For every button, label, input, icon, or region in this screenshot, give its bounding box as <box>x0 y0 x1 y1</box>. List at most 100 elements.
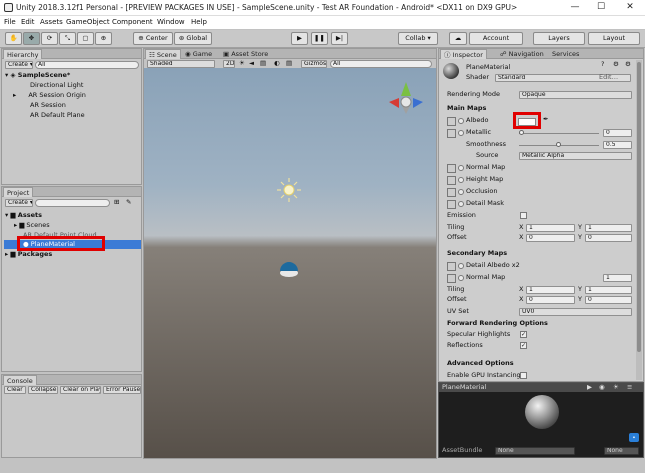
close-button[interactable]: ✕ <box>623 1 637 14</box>
offset-y-field[interactable]: 0 <box>585 234 632 242</box>
offset-x-field[interactable]: 0 <box>526 234 575 242</box>
filter-type-icon[interactable]: ⊞ <box>114 198 119 207</box>
hierarchy-item-ar-session[interactable]: AR Session <box>30 101 66 110</box>
minimize-button[interactable]: — <box>568 1 582 14</box>
folder-assets[interactable]: ▾ ▆ Assets <box>5 211 42 220</box>
project-search-input[interactable] <box>35 199 110 207</box>
mode-2d-toggle[interactable]: 2D <box>223 60 235 68</box>
height-map-texture-slot[interactable] <box>447 176 456 185</box>
occlusion-texture-slot[interactable] <box>447 188 456 197</box>
sec-normal-map-picker-icon[interactable] <box>458 275 464 281</box>
ar-session-object-icon[interactable] <box>280 262 298 277</box>
tab-game[interactable]: ◉ Game <box>182 49 215 59</box>
sec-normal-scale-field[interactable]: 1 <box>603 274 632 282</box>
hierarchy-create-button[interactable]: Create ▾ <box>5 61 33 69</box>
tab-hierarchy[interactable]: Hierarchy <box>3 49 43 59</box>
source-dropdown[interactable]: Metallic Alpha <box>519 152 632 160</box>
tab-scene[interactable]: ☷ Scene <box>145 49 181 59</box>
scene-viewport[interactable] <box>144 68 436 458</box>
height-map-picker-icon[interactable] <box>458 177 464 183</box>
preview-menu-icon[interactable]: ≡ <box>627 383 632 392</box>
menu-window[interactable]: Window <box>157 18 185 26</box>
menu-assets[interactable]: Assets <box>40 18 63 26</box>
settings-gear-icon[interactable]: ⚙ <box>625 60 631 69</box>
sec-offset-x-field[interactable]: 0 <box>526 296 575 304</box>
detail-albedo-picker-icon[interactable] <box>458 263 464 269</box>
assetbundle-dropdown[interactable]: None <box>495 447 575 455</box>
rendering-mode-dropdown[interactable]: Opaque <box>519 91 632 99</box>
preview-shape-icon[interactable]: ◉ <box>599 383 605 392</box>
move-tool-icon[interactable]: ✥ <box>23 32 40 45</box>
scene-search-input[interactable]: All <box>330 60 432 68</box>
help-icon[interactable]: ? <box>601 60 604 69</box>
metallic-slider-knob[interactable] <box>519 130 524 135</box>
detail-mask-texture-slot[interactable] <box>447 200 456 209</box>
global-toggle-button[interactable]: ⊛ Global <box>174 32 212 45</box>
hierarchy-item-ar-session-origin[interactable]: ▸ AR Session Origin <box>13 91 86 100</box>
hierarchy-search-input[interactable]: All <box>35 61 139 69</box>
detail-albedo-texture-slot[interactable] <box>447 262 456 271</box>
hierarchy-item-ar-default-plane[interactable]: AR Default Plane <box>30 111 85 120</box>
rotate-tool-icon[interactable]: ⟳ <box>41 32 58 45</box>
tab-console[interactable]: Console <box>3 375 37 385</box>
step-icon[interactable]: ▶| <box>331 32 348 45</box>
metallic-texture-slot[interactable] <box>447 129 456 138</box>
reflections-checkbox[interactable]: ✓ <box>520 342 527 349</box>
specular-highlights-checkbox[interactable]: ✓ <box>520 331 527 338</box>
metallic-slider-track[interactable] <box>519 133 599 134</box>
transform-tool-icon[interactable]: ⊕ <box>95 32 112 45</box>
lighting-toggle-icon[interactable]: ☀ <box>239 59 245 68</box>
console-clear-button[interactable]: Clear <box>4 386 26 394</box>
layout-dropdown[interactable]: Layout <box>588 32 640 45</box>
folder-packages[interactable]: ▸ ▆ Packages <box>5 250 52 259</box>
effects-toggle-icon[interactable]: ▤ <box>260 59 266 68</box>
audio-toggle-icon[interactable]: ◄ <box>249 59 254 68</box>
emission-checkbox[interactable] <box>520 212 527 219</box>
gpu-instancing-checkbox[interactable] <box>520 372 527 379</box>
preview-sphere[interactable] <box>525 395 559 429</box>
hierarchy-item-directional-light[interactable]: Directional Light <box>30 81 83 90</box>
metallic-picker-icon[interactable] <box>458 130 464 136</box>
smoothness-slider-knob[interactable] <box>556 142 561 147</box>
folder-scenes[interactable]: ▸ ▆ Scenes <box>14 221 50 230</box>
normal-map-picker-icon[interactable] <box>458 165 464 171</box>
account-dropdown[interactable]: Account <box>469 32 523 45</box>
eyedropper-icon[interactable]: ✒ <box>543 115 548 124</box>
menu-help[interactable]: Help <box>191 18 207 26</box>
console-collapse-button[interactable]: Collapse <box>28 386 58 394</box>
tab-project[interactable]: Project <box>3 187 34 197</box>
pause-icon[interactable]: ❚❚ <box>311 32 328 45</box>
cloud-icon[interactable]: ☁ <box>449 32 467 45</box>
inspector-scrollbar-thumb[interactable] <box>637 62 641 352</box>
tab-services[interactable]: Services <box>549 49 582 59</box>
uv-set-dropdown[interactable]: UV0 <box>519 308 632 316</box>
sec-offset-y-field[interactable]: 0 <box>585 296 632 304</box>
shading-mode-dropdown[interactable]: Shaded <box>147 60 215 68</box>
occlusion-picker-icon[interactable] <box>458 189 464 195</box>
albedo-texture-slot[interactable] <box>447 117 456 126</box>
rect-tool-icon[interactable]: ▢ <box>77 32 94 45</box>
hand-tool-icon[interactable]: ✋ <box>5 32 22 45</box>
menu-file[interactable]: File <box>4 18 16 26</box>
tiling-y-field[interactable]: 1 <box>585 224 632 232</box>
pivot-center-button[interactable]: ⊕ Center <box>133 32 173 45</box>
play-icon[interactable]: ▶ <box>291 32 308 45</box>
menu-gameobject[interactable]: GameObject <box>66 18 110 26</box>
project-create-button[interactable]: Create ▾ <box>5 199 33 207</box>
normal-map-texture-slot[interactable] <box>447 164 456 173</box>
maximize-button[interactable]: ☐ <box>594 1 608 14</box>
menu-edit[interactable]: Edit <box>21 18 35 26</box>
assetbundle-variant-dropdown[interactable]: None <box>604 447 639 455</box>
sec-tiling-x-field[interactable]: 1 <box>526 286 575 294</box>
console-clear-on-play-button[interactable]: Clear on Play <box>60 386 101 394</box>
inspector-scrollbar[interactable] <box>636 60 642 380</box>
sec-tiling-y-field[interactable]: 1 <box>585 286 632 294</box>
metallic-value-field[interactable]: 0 <box>603 129 632 137</box>
tab-inspector[interactable]: ⓘ Inspector <box>440 49 487 59</box>
scene-camera-icon[interactable]: ▤ <box>286 59 292 68</box>
smoothness-value-field[interactable]: 0.5 <box>603 141 632 149</box>
gizmos-dropdown[interactable]: Gizmos ▾ <box>301 60 327 68</box>
menu-component[interactable]: Component <box>112 18 153 26</box>
detail-mask-picker-icon[interactable] <box>458 201 464 207</box>
preview-play-icon[interactable]: ▶ <box>587 383 592 392</box>
